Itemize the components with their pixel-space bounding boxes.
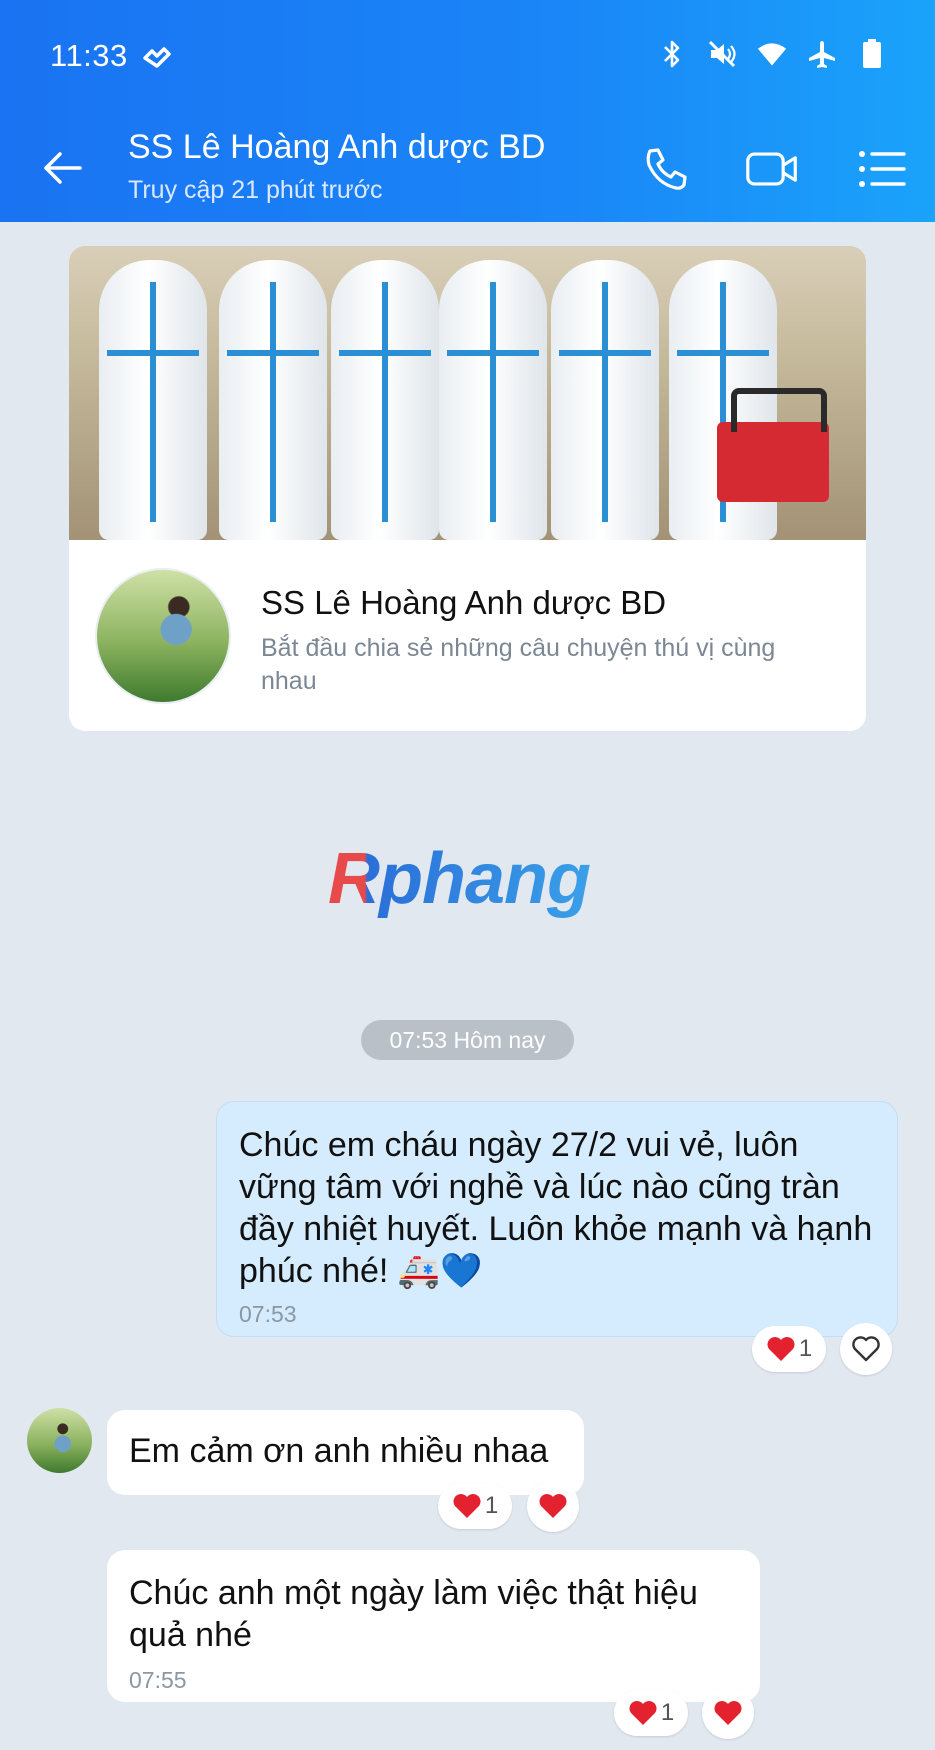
airplane-icon [807,38,837,70]
app-notification-icon [143,47,171,68]
heart-icon [767,1337,795,1361]
reaction-count: 1 [660,1699,675,1726]
heart-icon [453,1494,481,1518]
voice-call-button[interactable] [637,142,691,196]
phone-call-icon [646,148,687,190]
app-header: 11:33 SS Lê Hoàng Anh dược BD Truy cập 2… [0,0,935,222]
sender-avatar[interactable] [27,1408,92,1473]
watermark-logo: Rphang [328,839,591,919]
message-text: Em cảm ơn anh nhiều nhaa [129,1432,549,1470]
battery-icon [857,38,887,70]
heart-icon [629,1701,657,1725]
status-time: 11:33 [50,38,128,73]
message-time: 07:53 [239,1301,297,1327]
reaction-count: 1 [798,1335,813,1362]
message-text: Chúc anh một ngày làm việc thật hiệu quả… [129,1574,698,1654]
incoming-message-bubble[interactable]: Chúc anh một ngày làm việc thật hiệu quả… [107,1550,760,1702]
status-icons [657,38,887,70]
react-button[interactable] [702,1687,754,1739]
react-button[interactable] [527,1480,579,1532]
reaction-summary[interactable]: 1 [752,1326,826,1372]
incoming-message-bubble[interactable]: Em cảm ơn anh nhiều nhaa [107,1410,584,1495]
reaction-summary[interactable]: 1 [438,1483,512,1529]
last-seen-status: Truy cập 21 phút trước [128,176,383,204]
wifi-icon [757,38,787,70]
reaction-count: 1 [484,1492,499,1519]
video-call-icon [746,152,797,186]
profile-name: SS Lê Hoàng Anh dược BD [261,584,667,621]
profile-description: Bắt đầu chia sẻ những câu chuyện thú vị … [261,634,776,695]
heart-icon [539,1494,567,1518]
profile-avatar[interactable] [95,568,231,704]
react-button[interactable] [840,1323,892,1375]
profile-cover-card[interactable]: SS Lê Hoàng Anh dược BD Bắt đầu chia sẻ … [69,246,866,731]
chat-menu-button[interactable] [855,142,909,196]
message-text: Chúc em cháu ngày 27/2 vui vẻ, luôn vững… [239,1126,873,1290]
mute-icon [707,38,737,70]
back-button[interactable] [38,144,86,192]
outgoing-message-bubble[interactable]: Chúc em cháu ngày 27/2 vui vẻ, luôn vững… [216,1101,898,1337]
date-separator: 07:53 Hôm nay [361,1020,574,1060]
chat-title[interactable]: SS Lê Hoàng Anh dược BD [128,128,545,167]
reaction-summary[interactable]: 1 [614,1690,688,1736]
menu-list-icon [859,151,906,187]
heart-icon [714,1701,742,1725]
heart-outline-icon [852,1336,880,1362]
message-time: 07:55 [129,1667,187,1693]
back-arrow-icon [44,152,82,184]
cover-photo [69,246,866,540]
bluetooth-icon [657,38,687,70]
video-call-button[interactable] [745,142,799,196]
profile-info: SS Lê Hoàng Anh dược BD Bắt đầu chia sẻ … [69,540,866,731]
